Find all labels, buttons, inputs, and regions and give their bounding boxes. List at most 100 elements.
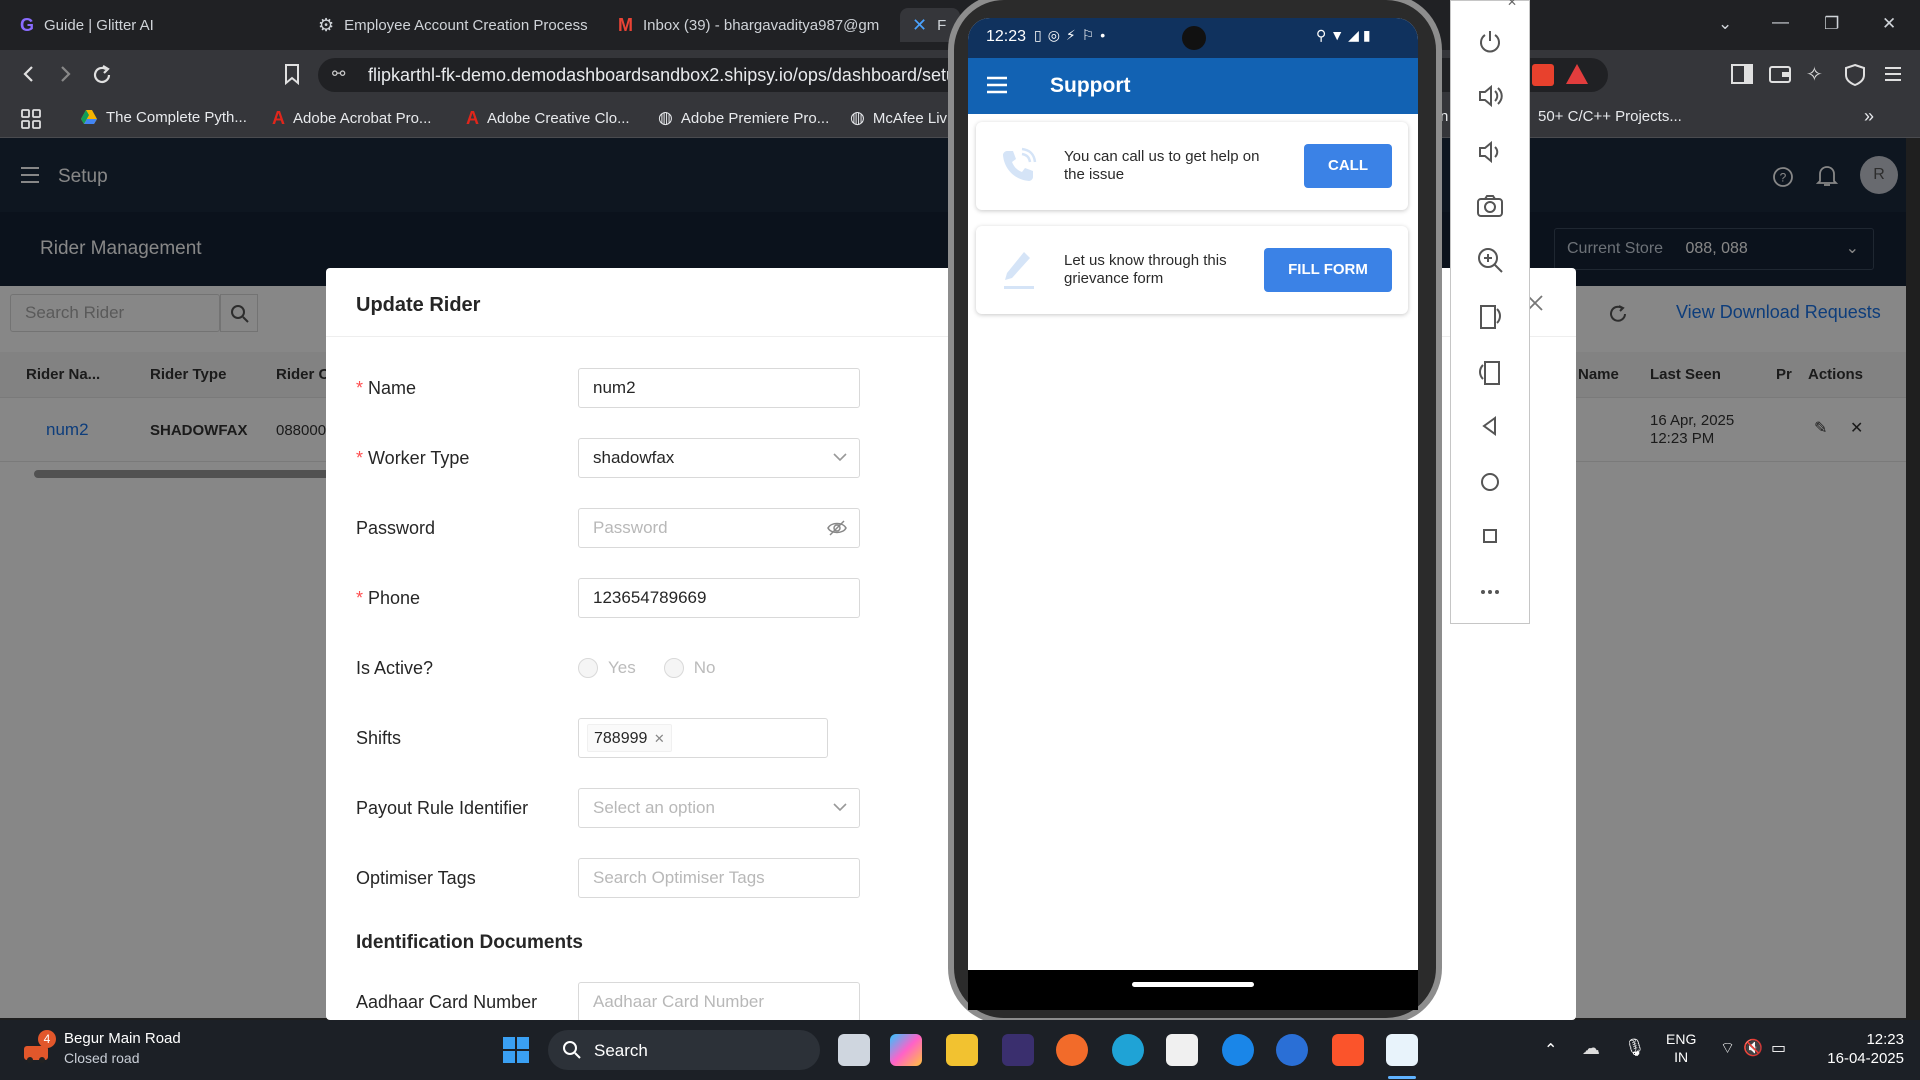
wifi-volume-battery-icons[interactable]: ⌔🔇▭ [1720, 1038, 1794, 1058]
file-explorer-icon[interactable] [946, 1034, 978, 1066]
app-blue-search-icon[interactable] [1222, 1034, 1254, 1066]
no-radio[interactable] [663, 658, 684, 678]
rotate-right-icon[interactable] [1475, 357, 1507, 389]
browser-menu-icon[interactable] [1882, 63, 1904, 85]
volume-up-icon[interactable] [1475, 81, 1507, 113]
password-input[interactable]: Password [578, 508, 860, 548]
grievance-form-card: Let us know through this grievance form … [976, 226, 1408, 314]
camera-punch-hole [1182, 26, 1206, 50]
support-app-bar: Support [968, 58, 1418, 114]
close-window-icon[interactable]: ✕ [1882, 14, 1896, 34]
app-orange-icon[interactable] [1056, 1034, 1088, 1066]
extension-red-icon[interactable] [1532, 64, 1554, 86]
edge-browser-icon[interactable] [1112, 1034, 1144, 1066]
password-label: Password [356, 517, 436, 538]
sidebar-toggle-icon[interactable] [1730, 63, 1754, 85]
windows-taskbar: 4 Begur Main Road Closed road Search ⌃ ☁… [0, 1020, 1920, 1080]
home-indicator[interactable] [1132, 982, 1254, 987]
aadhaar-input[interactable]: Aadhaar Card Number [578, 982, 860, 1020]
modal-title: Update Rider [356, 294, 481, 316]
site-info-icon[interactable]: ⚯ [332, 58, 345, 92]
microphone-icon[interactable]: 🎙 [1624, 1038, 1646, 1058]
worker-type-label: * Worker Type [356, 447, 470, 468]
more-options-icon[interactable] [1475, 577, 1507, 609]
call-button[interactable]: CALL [1304, 144, 1392, 188]
bookmark-icon[interactable] [282, 63, 302, 85]
extension-triangle-icon[interactable] [1564, 62, 1590, 86]
worker-type-select[interactable]: shadowfax [578, 438, 860, 478]
overview-square-icon[interactable] [1475, 521, 1507, 553]
forward-icon[interactable] [54, 63, 76, 85]
emulator-app-icon[interactable] [1386, 1034, 1418, 1066]
restore-icon[interactable]: ❐ [1824, 14, 1839, 34]
call-support-text: You can call us to get help on the issue [1064, 148, 1260, 183]
camera-icon[interactable] [1475, 191, 1507, 223]
signal-battery-icons: ⚲▼◢▮ [1316, 27, 1375, 43]
optimiser-tags-input[interactable]: Search Optimiser Tags [578, 858, 860, 898]
bookmark-cpp-projects[interactable]: 50+ C/C++ Projects... [1538, 108, 1682, 125]
search-icon [563, 1041, 581, 1059]
phone-label: * Phone [356, 587, 421, 608]
windows-start-icon[interactable] [500, 1034, 532, 1066]
back-triangle-icon[interactable] [1475, 411, 1507, 443]
modal-scrollbar[interactable] [1448, 648, 1456, 1008]
copilot-icon[interactable] [890, 1034, 922, 1066]
grievance-form-text: Let us know through this grievance form [1064, 252, 1227, 287]
zoom-in-icon[interactable] [1475, 245, 1507, 277]
task-view-icon[interactable] [838, 1034, 870, 1066]
phone-input[interactable]: 123654789669 [578, 578, 860, 618]
reload-icon[interactable] [90, 63, 114, 87]
power-icon[interactable] [1475, 27, 1507, 59]
shifts-select[interactable]: 788999 ✕ [578, 718, 828, 758]
remove-tag-icon[interactable]: ✕ [654, 731, 665, 746]
adobe-icon: A [272, 108, 285, 128]
microsoft-store-icon[interactable] [1166, 1034, 1198, 1066]
chevron-down-icon [833, 803, 847, 812]
shifts-label: Shifts [356, 727, 402, 748]
more-bookmarks-button[interactable]: » [1864, 106, 1874, 127]
phone-time: 12:23 [986, 28, 1027, 45]
fill-form-button[interactable]: FILL FORM [1264, 248, 1392, 292]
aadhaar-label: Aadhaar Card Number [356, 991, 538, 1012]
close-panel-icon[interactable]: ✕ [1507, 0, 1517, 9]
onedrive-cloud-icon[interactable]: ☁ [1582, 1038, 1600, 1059]
drawer-menu-icon[interactable] [986, 76, 1008, 94]
weather-widget[interactable]: 4 [22, 1030, 56, 1064]
payout-rule-select[interactable]: Select an option [578, 788, 860, 828]
yes-radio[interactable] [578, 658, 598, 678]
ai-sparkle-icon[interactable]: ✧ [1806, 62, 1823, 87]
emulator-control-panel: ✕ [1450, 0, 1530, 624]
home-circle-icon[interactable] [1475, 467, 1507, 499]
name-input[interactable]: num2 [578, 368, 860, 408]
volume-down-icon[interactable] [1475, 137, 1507, 169]
bookmark-mcafee[interactable]: ◍ McAfee Liv [850, 108, 947, 128]
brave-browser-icon[interactable] [1332, 1034, 1364, 1066]
eye-hidden-icon[interactable] [827, 519, 847, 537]
wallet-icon[interactable] [1768, 63, 1792, 85]
support-title: Support [1050, 74, 1131, 97]
bookmark-python[interactable]: The Complete Pyth... [80, 108, 247, 126]
taskbar-search[interactable]: Search [548, 1030, 820, 1070]
minimize-icon[interactable]: — [1772, 12, 1789, 32]
tab-gmail-inbox[interactable]: M Inbox (39) - bhargavaditya987@gm [606, 8, 896, 42]
rotate-left-icon[interactable] [1475, 301, 1507, 333]
notification-icons: ▯◎⚡⚐• [1034, 27, 1112, 43]
tab-search-chevron-icon[interactable]: ⌄ [1718, 14, 1732, 34]
language-indicator[interactable]: ENG IN [1666, 1030, 1696, 1066]
tab-employee-account[interactable]: ⚙ Employee Account Creation Process [306, 8, 606, 42]
weather-badge: 4 [38, 1030, 56, 1048]
apps-grid-icon[interactable] [20, 108, 42, 130]
app-sync-icon[interactable] [1276, 1034, 1308, 1066]
bookmark-premiere[interactable]: ◍ Adobe Premiere Pro... [658, 108, 829, 128]
weather-title: Begur Main Road [64, 1030, 181, 1047]
bookmark-acrobat[interactable]: A Adobe Acrobat Pro... [272, 108, 431, 129]
clock[interactable]: 12:23 16-04-2025 [1820, 1030, 1904, 1068]
bookmark-creative-cloud[interactable]: A Adobe Creative Clo... [466, 108, 630, 129]
show-hidden-icons-chevron-icon[interactable]: ⌃ [1544, 1040, 1557, 1060]
tab-glitter-ai[interactable]: G Guide | Glitter AI [8, 8, 298, 42]
glitter-app-icon[interactable] [1002, 1034, 1034, 1066]
back-icon[interactable] [18, 63, 40, 85]
weather-subtitle: Closed road [64, 1050, 140, 1066]
globe-icon: ◍ [850, 108, 865, 127]
shield-icon[interactable] [1844, 63, 1866, 87]
